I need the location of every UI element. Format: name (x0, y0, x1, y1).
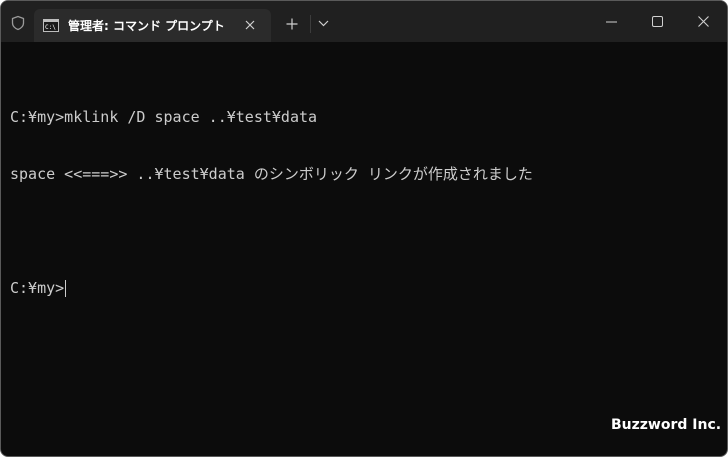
console-output[interactable]: C:¥my>mklink /D space ..¥test¥data space… (10, 70, 533, 336)
tab-separator (310, 15, 311, 33)
maximize-icon[interactable] (652, 16, 663, 27)
close-icon[interactable] (698, 16, 709, 27)
plus-icon[interactable] (286, 18, 298, 30)
close-icon[interactable] (244, 19, 256, 31)
command-prompt-line[interactable]: C:¥my> (10, 279, 533, 298)
chevron-down-icon[interactable] (318, 20, 329, 27)
terminal-icon: C:\ (43, 19, 59, 32)
svg-text:C:\: C:\ (45, 24, 56, 31)
text-cursor (65, 280, 67, 297)
minimize-icon[interactable] (606, 21, 617, 23)
terminal-window: C:\ 管理者: コマンド プロンプト C:¥my>mklink /D spac… (0, 0, 728, 457)
title-bar[interactable]: C:\ 管理者: コマンド プロンプト (1, 1, 727, 42)
prompt-text: C:¥my> (10, 279, 65, 297)
tab-command-prompt[interactable]: C:\ 管理者: コマンド プロンプト (34, 9, 271, 42)
console-line: space <<===>> ..¥test¥data のシンボリック リンクが作… (10, 165, 533, 183)
console-line: C:¥my>mklink /D space ..¥test¥data (10, 108, 318, 126)
tab-title: 管理者: コマンド プロンプト (68, 19, 225, 33)
shield-icon (11, 15, 25, 31)
watermark: Buzzword Inc. (611, 417, 722, 433)
